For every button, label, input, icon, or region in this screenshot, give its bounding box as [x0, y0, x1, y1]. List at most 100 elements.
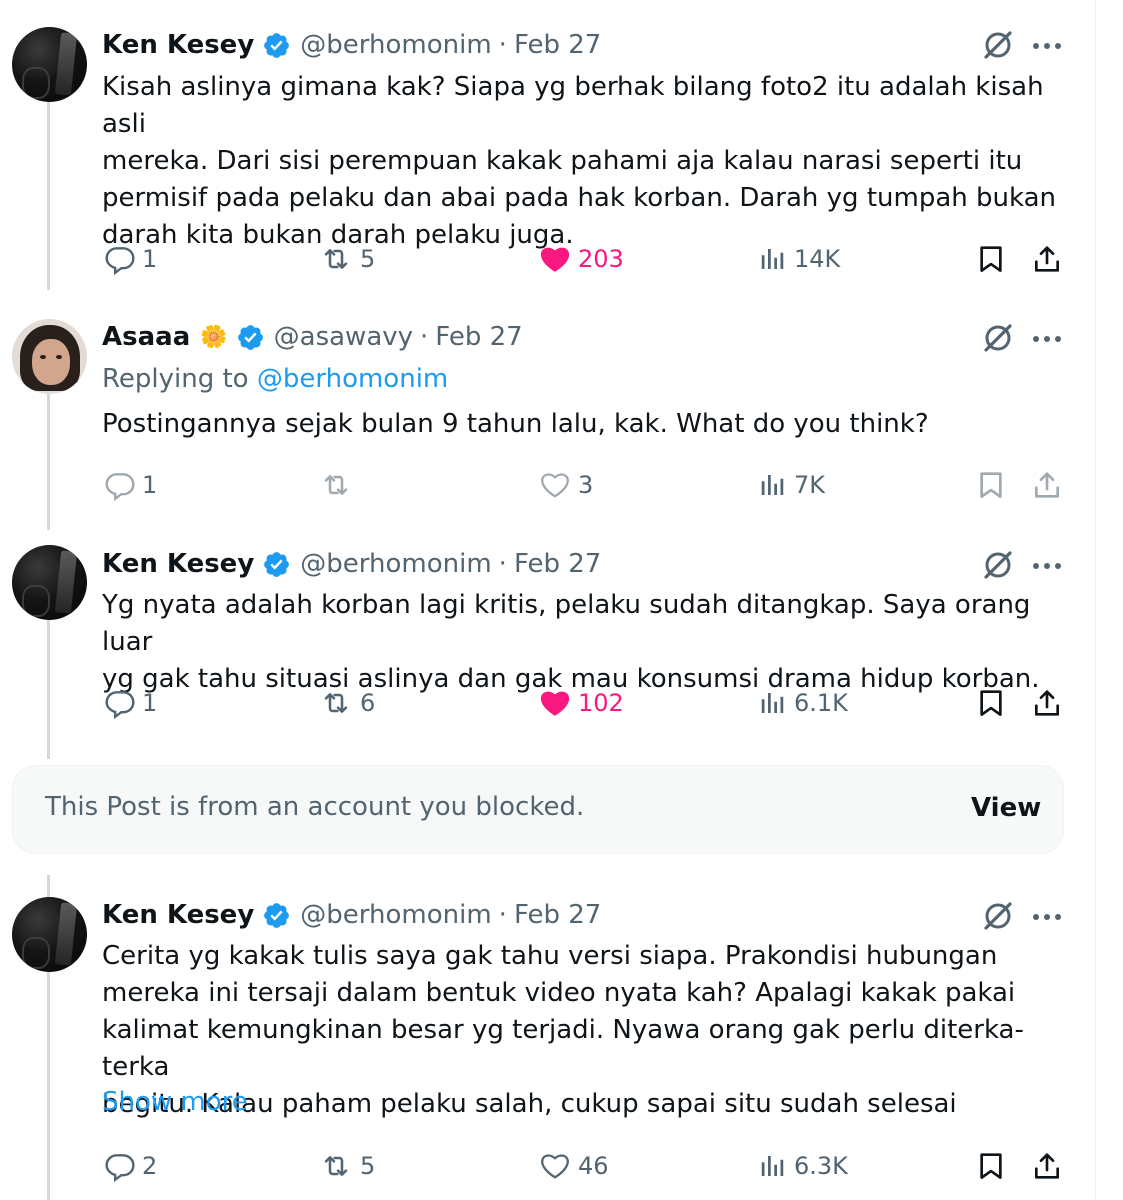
- share-icon: [1035, 690, 1059, 716]
- reply-icon: [105, 1154, 135, 1182]
- separator: ·: [420, 322, 429, 352]
- blocked-post-notice: This Post is from an account you blocked…: [12, 765, 1064, 854]
- repost-count: 5: [360, 1152, 376, 1180]
- author-name[interactable]: Ken Kesey: [102, 549, 254, 579]
- views-icon: [761, 249, 784, 269]
- bookmark-button[interactable]: [975, 239, 1007, 279]
- verified-badge-icon[interactable]: [262, 901, 291, 930]
- show-more-link[interactable]: Show more: [102, 1087, 248, 1117]
- bookmark-button[interactable]: [975, 683, 1007, 723]
- views-count: 14K: [794, 245, 841, 273]
- post-text-line: mereka ini tersaji dalam bentuk video ny…: [102, 978, 1016, 1008]
- grok-slash-icon[interactable]: [980, 898, 1016, 934]
- view-blocked-post-button[interactable]: View: [971, 793, 1041, 823]
- avatar[interactable]: [12, 897, 87, 972]
- reply-count: 1: [142, 245, 158, 273]
- like-button[interactable]: 102: [538, 683, 624, 723]
- author-name[interactable]: Asaaa: [102, 322, 190, 352]
- bookmark-icon: [980, 246, 1002, 272]
- post-body: Yg nyata adalah korban lagi kritis, pela…: [102, 587, 1077, 698]
- more-icon[interactable]: [1032, 561, 1062, 571]
- views-icon: [761, 1156, 784, 1176]
- reply-button[interactable]: 1: [104, 683, 157, 723]
- verified-badge-icon[interactable]: [236, 323, 265, 352]
- post-body: Postingannya sejak bulan 9 tahun lalu, k…: [102, 406, 1077, 443]
- author-name[interactable]: Ken Kesey: [102, 900, 254, 930]
- author-handle[interactable]: @asawavy: [274, 322, 413, 352]
- post-date[interactable]: Feb 27: [514, 549, 601, 579]
- verified-badge-icon[interactable]: [262, 31, 291, 60]
- share-button[interactable]: [1031, 683, 1063, 723]
- post-text-line: Cerita yg kakak tulis saya gak tahu vers…: [102, 941, 998, 971]
- post-date[interactable]: Feb 27: [514, 900, 601, 930]
- author-handle[interactable]: @berhomonim: [300, 549, 491, 579]
- repost-button[interactable]: 5: [318, 1146, 375, 1186]
- avatar[interactable]: [12, 27, 87, 102]
- column-border: [1095, 0, 1096, 1200]
- reply-button[interactable]: 1: [104, 465, 157, 505]
- views-button[interactable]: 6.3K: [758, 1146, 848, 1186]
- post-date[interactable]: Feb 27: [514, 30, 601, 60]
- post-body: Cerita yg kakak tulis saya gak tahu vers…: [102, 938, 1077, 1123]
- grok-slash-icon[interactable]: [980, 27, 1016, 63]
- like-button[interactable]: 46: [538, 1146, 609, 1186]
- separator: ·: [498, 549, 507, 579]
- author-handle[interactable]: @berhomonim: [300, 900, 491, 930]
- repost-count: 6: [360, 689, 376, 717]
- reply-icon: [105, 473, 135, 501]
- share-button[interactable]: [1031, 465, 1063, 505]
- repost-icon: [324, 693, 348, 713]
- post-text-line: Yg nyata adalah korban lagi kritis, pela…: [102, 590, 1031, 657]
- replying-mention[interactable]: @berhomonim: [257, 364, 448, 394]
- author-name[interactable]: Ken Kesey: [102, 30, 254, 60]
- views-button[interactable]: 6.1K: [758, 683, 848, 723]
- reply-count: 1: [142, 689, 158, 717]
- separator: ·: [498, 30, 507, 60]
- reply-icon: [105, 691, 135, 719]
- share-button[interactable]: [1031, 239, 1063, 279]
- thread-line: [47, 614, 50, 759]
- bookmark-button[interactable]: [975, 1146, 1007, 1186]
- author-handle[interactable]: @berhomonim: [300, 30, 491, 60]
- reply-count: 1: [142, 471, 158, 499]
- like-count: 102: [578, 689, 624, 717]
- avatar[interactable]: [12, 319, 87, 394]
- reply-icon: [105, 247, 135, 275]
- like-button[interactable]: 3: [538, 465, 593, 505]
- views-button[interactable]: 7K: [758, 465, 825, 505]
- repost-button[interactable]: [318, 465, 360, 505]
- post-text-line: Postingannya sejak bulan 9 tahun lalu, k…: [102, 409, 929, 439]
- views-button[interactable]: 14K: [758, 239, 840, 279]
- blocked-notice-text: This Post is from an account you blocked…: [45, 792, 585, 822]
- verified-badge-icon[interactable]: [262, 550, 291, 579]
- reply-button[interactable]: 2: [104, 1146, 157, 1186]
- more-icon[interactable]: [1032, 334, 1062, 344]
- views-icon: [761, 693, 784, 713]
- like-count: 3: [578, 471, 594, 499]
- post-text-line: mereka. Dari sisi perempuan kakak pahami…: [102, 146, 1023, 176]
- thread-line: [47, 875, 50, 898]
- bookmark-icon: [980, 472, 1002, 498]
- share-icon: [1035, 472, 1059, 498]
- post-text-line: kalimat kemungkinan besar yg terjadi. Ny…: [102, 1015, 1024, 1082]
- post-body: Kisah aslinya gimana kak? Siapa yg berha…: [102, 69, 1077, 254]
- share-button[interactable]: [1031, 1146, 1063, 1186]
- repost-icon: [324, 475, 348, 495]
- grok-slash-icon[interactable]: [980, 547, 1016, 583]
- like-icon: [540, 691, 570, 716]
- replying-prefix: Replying to: [102, 364, 249, 394]
- bookmark-icon: [980, 690, 1002, 716]
- grok-slash-icon[interactable]: [980, 320, 1016, 356]
- thread-line: [47, 387, 50, 530]
- more-icon[interactable]: [1032, 41, 1062, 51]
- more-icon[interactable]: [1032, 912, 1062, 922]
- bookmark-button[interactable]: [975, 465, 1007, 505]
- post-text-line: permisif pada pelaku dan abai pada hak k…: [102, 183, 1056, 213]
- post-date[interactable]: Feb 27: [435, 322, 522, 352]
- thread-line: [47, 966, 50, 1200]
- reply-button[interactable]: 1: [104, 239, 157, 279]
- repost-button[interactable]: 6: [318, 683, 375, 723]
- avatar[interactable]: [12, 545, 87, 620]
- like-button[interactable]: 203: [538, 239, 624, 279]
- repost-button[interactable]: 5: [318, 239, 375, 279]
